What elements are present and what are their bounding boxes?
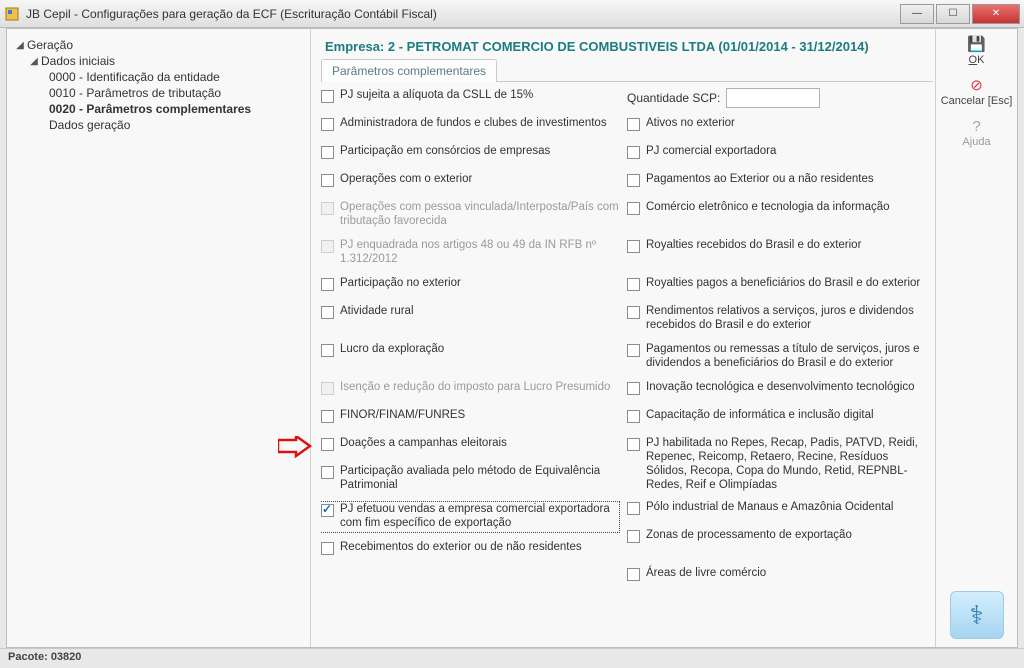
field-rendimentos-servicos[interactable]: Rendimentos relativos a serviços, juros … bbox=[627, 304, 925, 334]
field-quantidade-scp: Quantidade SCP: bbox=[627, 88, 925, 108]
field-royalties-pagos[interactable]: Royalties pagos a beneficiários do Brasi… bbox=[627, 276, 925, 296]
field-comercio-eletronico[interactable]: Comércio eletrônico e tecnologia da info… bbox=[627, 200, 925, 230]
ok-button[interactable]: 💾 OOKK bbox=[968, 35, 986, 66]
window-title: JB Cepil - Configurações para geração da… bbox=[26, 7, 900, 21]
window-titlebar: JB Cepil - Configurações para geração da… bbox=[0, 0, 1024, 28]
form-column-left: PJ sujeita a alíquota da CSLL de 15% Adm… bbox=[321, 88, 627, 641]
field-lucro-exploracao[interactable]: Lucro da exploração bbox=[321, 342, 619, 372]
field-pj-in-rfb-1312: PJ enquadrada nos artigos 48 ou 49 da IN… bbox=[321, 238, 619, 268]
field-participacao-exterior[interactable]: Participação no exterior bbox=[321, 276, 619, 296]
field-pagamentos-exterior[interactable]: Pagamentos ao Exterior ou a não resident… bbox=[627, 172, 925, 192]
brand-badge: ⚕ bbox=[950, 591, 1004, 639]
form-area: PJ sujeita a alíquota da CSLL de 15% Adm… bbox=[321, 88, 933, 641]
help-icon: ? bbox=[967, 117, 985, 135]
field-inovacao-tecnologica[interactable]: Inovação tecnológica e desenvolvimento t… bbox=[627, 380, 925, 400]
scp-input[interactable] bbox=[726, 88, 820, 108]
cancel-button[interactable]: ⊘ Cancelar [Esc] bbox=[941, 76, 1013, 107]
field-doacoes-eleitorais[interactable]: Doações a campanhas eleitorais bbox=[321, 436, 619, 456]
field-isencao-lucro-presumido: Isenção e redução do imposto para Lucro … bbox=[321, 380, 619, 400]
field-capacitacao-informatica[interactable]: Capacitação de informática e inclusão di… bbox=[627, 408, 925, 428]
form-column-right: Quantidade SCP: Ativos no exterior PJ co… bbox=[627, 88, 933, 641]
tab-parametros-complementares[interactable]: Parâmetros complementares bbox=[321, 59, 497, 82]
field-operacoes-pessoa-vinculada: Operações com pessoa vinculada/Interpost… bbox=[321, 200, 619, 230]
company-header: Empresa: 2 - PETROMAT COMERCIO DE COMBUS… bbox=[325, 39, 933, 54]
action-panel: 💾 OOKK ⊘ Cancelar [Esc] ? Ajuda ⚕ bbox=[935, 29, 1017, 647]
window-minimize-button[interactable]: — bbox=[900, 4, 934, 24]
window-maximize-button[interactable]: ☐ bbox=[936, 4, 970, 24]
pacote-label: Pacote: bbox=[8, 651, 48, 663]
field-pj-habilitada-repes[interactable]: PJ habilitada no Repes, Recap, Padis, PA… bbox=[627, 436, 925, 492]
tab-bar: Parâmetros complementares bbox=[321, 58, 933, 82]
app-icon bbox=[4, 6, 20, 22]
field-polo-manaus[interactable]: Pólo industrial de Manaus e Amazônia Oci… bbox=[627, 500, 925, 520]
field-pagamentos-remessas[interactable]: Pagamentos ou remessas a título de servi… bbox=[627, 342, 925, 372]
field-ativos-exterior[interactable]: Ativos no exterior bbox=[627, 116, 925, 136]
field-pj-vendas-exportadora[interactable]: PJ efetuou vendas a empresa comercial ex… bbox=[321, 502, 619, 532]
tree-node-0010[interactable]: 0010 - Parâmetros de tributação bbox=[13, 85, 304, 101]
cancel-icon: ⊘ bbox=[968, 76, 986, 94]
field-zonas-exportacao[interactable]: Zonas de processamento de exportação bbox=[627, 528, 925, 558]
pacote-value: 03820 bbox=[51, 651, 82, 663]
window-close-button[interactable]: ✕ bbox=[972, 4, 1020, 24]
tree-node-dados-geracao[interactable]: Dados geração bbox=[13, 117, 304, 133]
tree-node-0000[interactable]: 0000 - Identificação da entidade bbox=[13, 69, 304, 85]
field-recebimentos-exterior[interactable]: Recebimentos do exterior ou de não resid… bbox=[321, 540, 619, 560]
field-equivalencia-patrimonial[interactable]: Participação avaliada pelo método de Equ… bbox=[321, 464, 619, 494]
navigation-tree: ◢Geração ◢Dados iniciais 0000 - Identifi… bbox=[7, 29, 311, 647]
field-areas-livre-comercio[interactable]: Áreas de livre comércio bbox=[627, 566, 925, 586]
tree-root-geracao[interactable]: ◢Geração bbox=[13, 37, 304, 53]
scp-label: Quantidade SCP: bbox=[627, 91, 720, 105]
status-bar: Pacote: 03820 bbox=[0, 648, 1024, 668]
content-pane: Empresa: 2 - PETROMAT COMERCIO DE COMBUS… bbox=[311, 29, 935, 647]
help-button: ? Ajuda bbox=[962, 117, 990, 148]
field-operacoes-exterior[interactable]: Operações com o exterior bbox=[321, 172, 619, 192]
field-adm-fundos[interactable]: Administradora de fundos e clubes de inv… bbox=[321, 116, 619, 136]
field-finor-finam-funres[interactable]: FINOR/FINAM/FUNRES bbox=[321, 408, 619, 428]
tree-node-0020-active[interactable]: 0020 - Parâmetros complementares bbox=[13, 101, 304, 117]
field-atividade-rural[interactable]: Atividade rural bbox=[321, 304, 619, 334]
field-participacao-consorcios[interactable]: Participação em consórcios de empresas bbox=[321, 144, 619, 164]
field-pj-comercial-exportadora[interactable]: PJ comercial exportadora bbox=[627, 144, 925, 164]
save-icon: 💾 bbox=[968, 35, 986, 53]
field-royalties-recebidos[interactable]: Royalties recebidos do Brasil e do exter… bbox=[627, 238, 925, 268]
workspace: ◢Geração ◢Dados iniciais 0000 - Identifi… bbox=[6, 28, 1018, 648]
tree-node-dados-iniciais[interactable]: ◢Dados iniciais bbox=[13, 53, 304, 69]
field-pj-csll-15[interactable]: PJ sujeita a alíquota da CSLL de 15% bbox=[321, 88, 619, 108]
